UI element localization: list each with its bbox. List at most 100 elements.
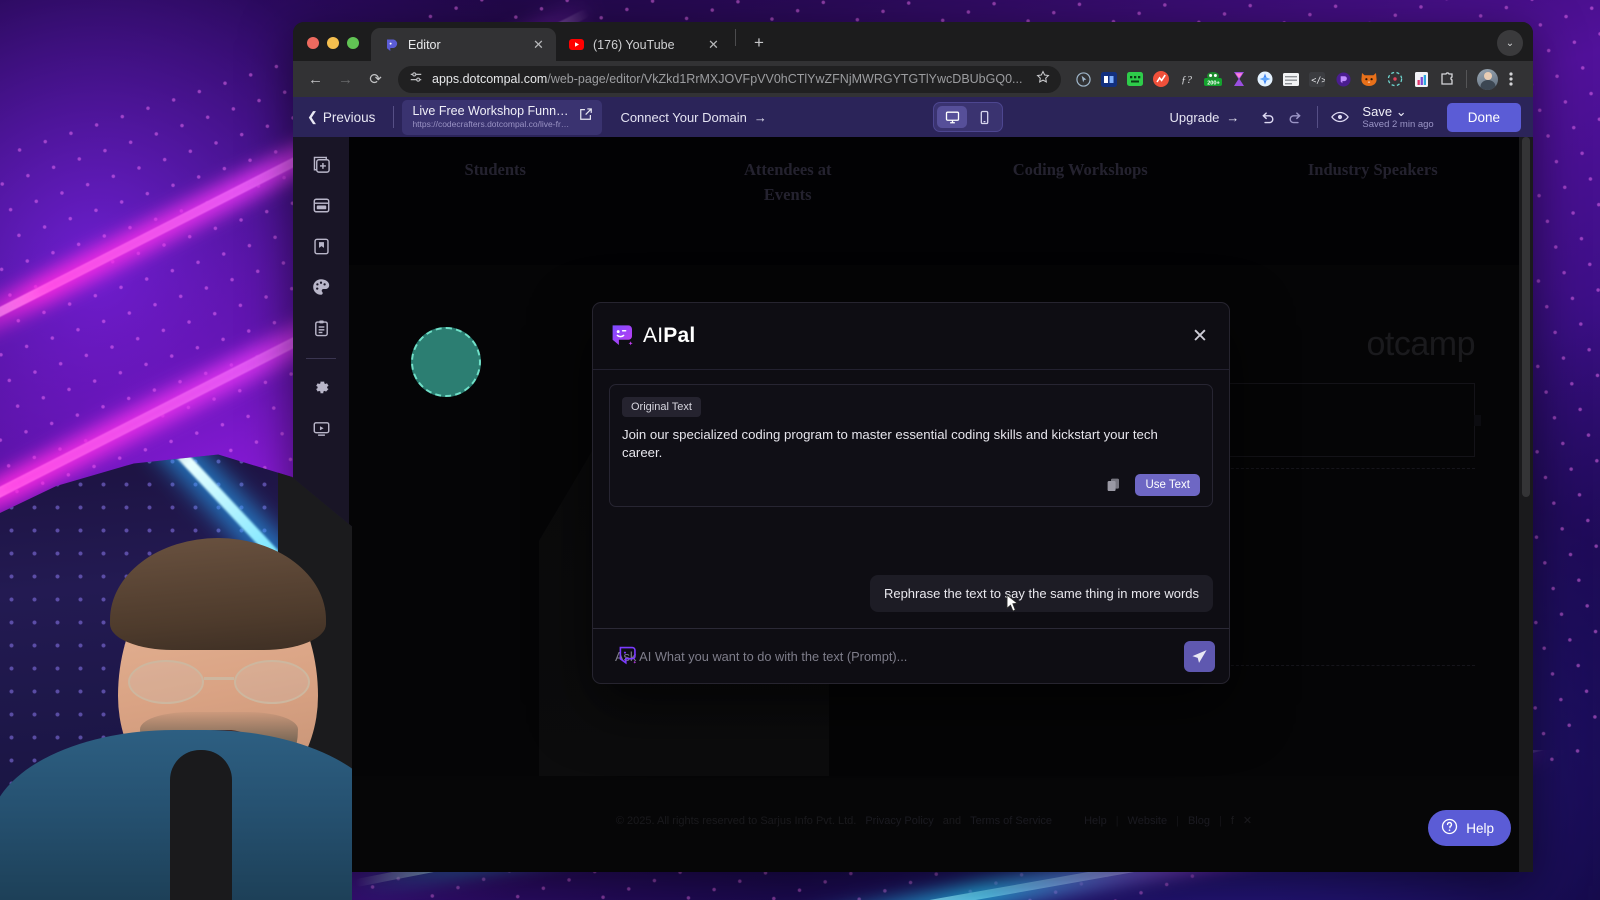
diamond-ext-icon[interactable] xyxy=(1252,66,1278,92)
question-circle-icon xyxy=(1441,818,1458,838)
page-name-pill[interactable]: Live Free Workshop Funne... https://code… xyxy=(402,99,603,135)
prompt-input[interactable]: Ask AI What you want to do with the text… xyxy=(615,649,1184,664)
original-text-card: Original Text Join our specialized codin… xyxy=(609,384,1213,507)
microphone xyxy=(170,750,232,900)
dotcompal-editor-app: ❮ Previous Live Free Workshop Funne... h… xyxy=(293,97,1533,872)
svg-text:</>: </> xyxy=(1311,76,1325,86)
edit-square-icon[interactable] xyxy=(579,107,593,126)
star-icon[interactable] xyxy=(1036,69,1050,89)
browser-tab-editor[interactable]: Editor ✕ xyxy=(371,28,556,61)
aipal-dialog-body: Original Text Join our specialized codin… xyxy=(593,370,1229,665)
original-text-actions: Use Text xyxy=(622,474,1200,496)
fx-ext-icon[interactable]: ƒ? xyxy=(1174,66,1200,92)
desktop-icon[interactable] xyxy=(937,106,968,128)
cursor-ext-icon[interactable] xyxy=(1070,66,1096,92)
editor-top-bar: ❮ Previous Live Free Workshop Funne... h… xyxy=(293,97,1533,137)
undo-icon[interactable] xyxy=(1253,103,1281,131)
eye-icon[interactable] xyxy=(1326,103,1354,131)
copy-icon[interactable] xyxy=(1106,477,1123,494)
note-ext-icon[interactable] xyxy=(1278,66,1304,92)
brand-suffix: Pal xyxy=(663,324,696,347)
popup-screen-icon[interactable] xyxy=(302,409,340,447)
brand-prefix: AI xyxy=(643,324,664,347)
loading-blob xyxy=(411,327,481,397)
save-label-row: Save ⌄ xyxy=(1362,103,1407,119)
help-label: Help xyxy=(1466,820,1494,836)
divider xyxy=(393,106,395,128)
puzzle-ext-icon[interactable] xyxy=(1434,66,1460,92)
aipal-bot-icon xyxy=(617,645,639,667)
minimize-window-button[interactable] xyxy=(327,37,339,49)
browser-tab-youtube[interactable]: (176) YouTube ✕ xyxy=(556,28,731,61)
aipal-logo: AIPal xyxy=(609,323,695,349)
original-text-content: Join our specialized coding program to m… xyxy=(622,427,1158,460)
badge-200-ext-icon[interactable]: 200+ xyxy=(1200,66,1226,92)
close-icon[interactable]: ✕ xyxy=(1187,323,1213,349)
redo-icon[interactable] xyxy=(1281,103,1309,131)
window-controls[interactable] xyxy=(293,37,371,61)
address-bar-text: apps.dotcompal.com/web-page/editor/VkZkd… xyxy=(432,72,1023,86)
youtube-icon xyxy=(569,37,584,52)
previous-button[interactable]: ❮ Previous xyxy=(303,109,385,125)
upgrade-label: Upgrade xyxy=(1169,109,1220,125)
bookmark-icon[interactable] xyxy=(302,227,340,265)
chevron-left-icon: ❮ xyxy=(307,109,318,124)
tab-search-chevron-down-icon[interactable]: ⌄ xyxy=(1497,30,1523,56)
hourglass-ext-icon[interactable] xyxy=(1226,66,1252,92)
done-button[interactable]: Done xyxy=(1446,102,1521,132)
user-message-bubble: Rephrase the text to say the same thing … xyxy=(869,575,1213,612)
avatar[interactable] xyxy=(1477,68,1498,90)
page-url: https://codecrafters.dotcompal.co/live-f… xyxy=(412,118,572,129)
forms-clipboard-icon[interactable] xyxy=(302,309,340,347)
close-tab-icon[interactable]: ✕ xyxy=(705,36,722,53)
focus-ext-icon[interactable] xyxy=(1382,66,1408,92)
extensions-bar: ƒ? 200+ </> xyxy=(1070,66,1524,92)
maximize-window-button[interactable] xyxy=(347,37,359,49)
back-button[interactable]: ← xyxy=(302,66,329,93)
meter-ext-icon[interactable] xyxy=(1148,66,1174,92)
keyboard-ext-icon[interactable] xyxy=(1122,66,1148,92)
theme-palette-icon[interactable] xyxy=(302,268,340,306)
site-settings-icon[interactable] xyxy=(409,70,423,89)
device-toggle[interactable] xyxy=(933,102,1004,132)
divider xyxy=(1317,106,1319,128)
book-ext-icon[interactable] xyxy=(1096,66,1122,92)
dotcompal-icon xyxy=(384,37,399,52)
purple-dot-ext-icon[interactable] xyxy=(1330,66,1356,92)
new-tab-button[interactable]: + xyxy=(746,30,772,56)
aipal-prompt-bar: Ask AI What you want to do with the text… xyxy=(593,628,1229,683)
close-tab-icon[interactable]: ✕ xyxy=(530,36,547,53)
page-title: Live Free Workshop Funne... xyxy=(412,103,572,118)
rail-divider xyxy=(306,358,336,359)
save-menu[interactable]: Save ⌄ Saved 2 min ago xyxy=(1362,104,1433,131)
blocks-icon[interactable] xyxy=(302,186,340,224)
fox-ext-icon[interactable] xyxy=(1356,66,1382,92)
address-bar[interactable]: apps.dotcompal.com/web-page/editor/VkZkd… xyxy=(398,65,1061,93)
upgrade-button[interactable]: Upgrade → xyxy=(1170,110,1240,125)
send-paper-plane-icon[interactable] xyxy=(1184,641,1215,672)
kebab-menu-icon[interactable] xyxy=(1498,66,1524,92)
add-section-icon[interactable] xyxy=(302,145,340,183)
use-text-button[interactable]: Use Text xyxy=(1135,474,1200,496)
webcam-overlay xyxy=(0,454,352,900)
code-ext-icon[interactable]: </> xyxy=(1304,66,1330,92)
connect-domain-label: Connect Your Domain xyxy=(620,109,747,125)
help-button[interactable]: Help xyxy=(1428,810,1511,846)
chevron-down-icon: ⌄ xyxy=(1395,103,1407,119)
mobile-icon[interactable] xyxy=(969,106,999,128)
settings-gear-icon[interactable] xyxy=(302,368,340,406)
chart-ext-icon[interactable] xyxy=(1408,66,1434,92)
aipal-dialog-header: AIPal ✕ xyxy=(593,303,1229,370)
tab-label: (176) YouTube xyxy=(593,37,675,52)
connect-domain-button[interactable]: Connect Your Domain → xyxy=(620,110,766,125)
browser-toolbar: ← → ⟳ apps.dotcompal.com/web-page/editor… xyxy=(293,61,1533,97)
tab-divider xyxy=(735,29,736,46)
close-window-button[interactable] xyxy=(307,37,319,49)
arrow-right-icon: → xyxy=(1226,109,1240,125)
forward-button[interactable]: → xyxy=(332,66,359,93)
reload-button[interactable]: ⟳ xyxy=(362,66,389,93)
browser-tab-strip: Editor ✕ (176) YouTube ✕ + ⌄ xyxy=(293,22,1533,61)
extensions-divider xyxy=(1466,70,1467,88)
saved-status: Saved 2 min ago xyxy=(1362,118,1434,130)
browser-window: Editor ✕ (176) YouTube ✕ + ⌄ ← → ⟳ apps.… xyxy=(293,22,1533,872)
